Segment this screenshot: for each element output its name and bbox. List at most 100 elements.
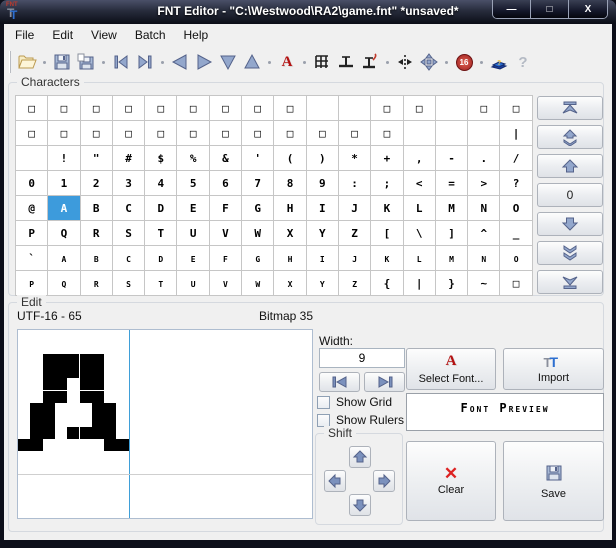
char-cell[interactable]: s (112, 271, 146, 296)
scroll-down-button[interactable] (537, 212, 603, 236)
char-cell[interactable]: c (112, 246, 146, 271)
glyph-pixel[interactable] (42, 414, 55, 427)
char-cell[interactable]: □ (16, 96, 49, 121)
ruler-icon[interactable] (334, 50, 358, 74)
glyph-pixel[interactable] (42, 390, 55, 403)
char-cell[interactable]: □ (209, 96, 243, 121)
char-cell[interactable]: ) (306, 146, 339, 171)
title-bar[interactable]: FNT T T FNT Editor - "C:\Westwood\RA2\ga… (0, 0, 616, 24)
glyph-pixel[interactable] (54, 378, 68, 391)
char-cell[interactable]: U (177, 221, 210, 246)
char-cell[interactable]: 9 (306, 171, 339, 196)
glyph-pixel[interactable] (79, 426, 92, 439)
char-cell[interactable]: z (338, 271, 372, 296)
char-cell[interactable]: □ (48, 96, 81, 121)
char-cell[interactable]: n (468, 246, 501, 271)
glyph-pixel[interactable] (54, 366, 68, 379)
width-input[interactable]: 9 (319, 348, 405, 368)
char-cell[interactable]: f (209, 246, 243, 271)
char-cell[interactable]: P (16, 221, 49, 246)
minimize-button[interactable]: — (493, 0, 531, 18)
glyph-pixel[interactable] (91, 378, 105, 391)
glyph-pixel[interactable] (104, 402, 117, 415)
char-cell[interactable]: % (177, 146, 210, 171)
char-cell[interactable] (435, 96, 469, 121)
scroll-first-button[interactable] (537, 96, 603, 120)
char-cell[interactable]: 3 (112, 171, 146, 196)
hex-16-icon[interactable]: 16 (452, 50, 476, 74)
menu-view[interactable]: View (82, 25, 126, 45)
char-cell[interactable]: / (500, 146, 533, 171)
glyph-pixel[interactable] (42, 402, 55, 415)
clear-button[interactable]: ✕ Clear (406, 441, 496, 521)
glyph-pixel[interactable] (67, 354, 80, 367)
glyph-pixel[interactable] (104, 414, 117, 427)
glyph-pixel[interactable] (91, 366, 105, 379)
shift-up-button[interactable] (349, 446, 371, 468)
char-cell[interactable]: □ (112, 121, 146, 146)
char-cell[interactable]: M (435, 196, 469, 221)
menu-edit[interactable]: Edit (43, 25, 82, 45)
char-cell[interactable]: □ (371, 121, 404, 146)
glyph-pixel[interactable] (91, 390, 105, 403)
char-cell[interactable]: □ (80, 121, 113, 146)
select-font-button[interactable]: A Select Font... (406, 348, 496, 390)
char-cell[interactable] (435, 121, 469, 146)
save-glyph-button[interactable]: Save (503, 441, 604, 521)
char-cell[interactable]: C (112, 196, 146, 221)
char-cell[interactable]: ? (500, 171, 533, 196)
glyph-pixel[interactable] (67, 366, 80, 379)
toolbar-grip[interactable] (9, 51, 11, 73)
char-cell[interactable]: □ (500, 271, 533, 296)
char-cell[interactable]: ; (371, 171, 404, 196)
char-cell[interactable]: □ (468, 96, 501, 121)
char-cell[interactable]: Z (338, 221, 372, 246)
char-cell[interactable]: S (112, 221, 146, 246)
char-cell[interactable]: | (500, 121, 533, 146)
char-cell[interactable]: ` (16, 246, 49, 271)
char-cell[interactable]: R (80, 221, 113, 246)
char-cell[interactable]: H (274, 196, 307, 221)
glyph-pixel[interactable] (30, 402, 43, 415)
toggle-grid-icon[interactable] (310, 50, 334, 74)
char-cell[interactable]: I (306, 196, 339, 221)
char-cell[interactable]: □ (242, 121, 275, 146)
char-cell[interactable]: 4 (145, 171, 178, 196)
char-cell[interactable]: & (209, 146, 243, 171)
char-cell[interactable]: m (435, 246, 469, 271)
bitmap-canvas[interactable] (17, 329, 313, 519)
char-cell[interactable]: p (16, 271, 49, 296)
char-cell[interactable]: < (403, 171, 436, 196)
char-cell[interactable]: * (338, 146, 372, 171)
char-cell[interactable]: 2 (80, 171, 113, 196)
char-cell[interactable]: - (435, 146, 469, 171)
char-cell[interactable]: □ (500, 96, 533, 121)
char-cell[interactable]: W (242, 221, 275, 246)
glyph-pixel[interactable] (91, 402, 105, 415)
char-cell[interactable]: u (177, 271, 210, 296)
menu-help[interactable]: Help (175, 25, 218, 45)
scroll-up-button[interactable] (537, 154, 603, 178)
save-as-icon[interactable] (74, 50, 98, 74)
width-decrease-button[interactable] (319, 372, 360, 392)
char-cell[interactable]: + (371, 146, 404, 171)
glyph-pixel[interactable] (91, 426, 105, 439)
char-cell[interactable] (306, 96, 339, 121)
char-cell[interactable]: { (371, 271, 404, 296)
char-cell[interactable]: ' (242, 146, 275, 171)
char-cell[interactable]: b (80, 246, 113, 271)
char-cell[interactable]: w (242, 271, 275, 296)
move-up-icon[interactable] (240, 50, 264, 74)
char-cell[interactable]: □ (403, 96, 436, 121)
scroll-zero-button[interactable]: 0 (537, 183, 603, 207)
shift-down-button[interactable] (349, 494, 371, 516)
glyph-pixel[interactable] (30, 438, 43, 451)
char-cell[interactable]: □ (274, 121, 307, 146)
char-cell[interactable]: J (338, 196, 372, 221)
char-cell[interactable]: a (48, 246, 81, 271)
scroll-page-down-button[interactable] (537, 241, 603, 265)
char-cell[interactable]: y (306, 271, 339, 296)
glyph-pixel[interactable] (18, 438, 31, 451)
char-cell[interactable]: □ (242, 96, 275, 121)
char-cell[interactable]: F (209, 196, 243, 221)
